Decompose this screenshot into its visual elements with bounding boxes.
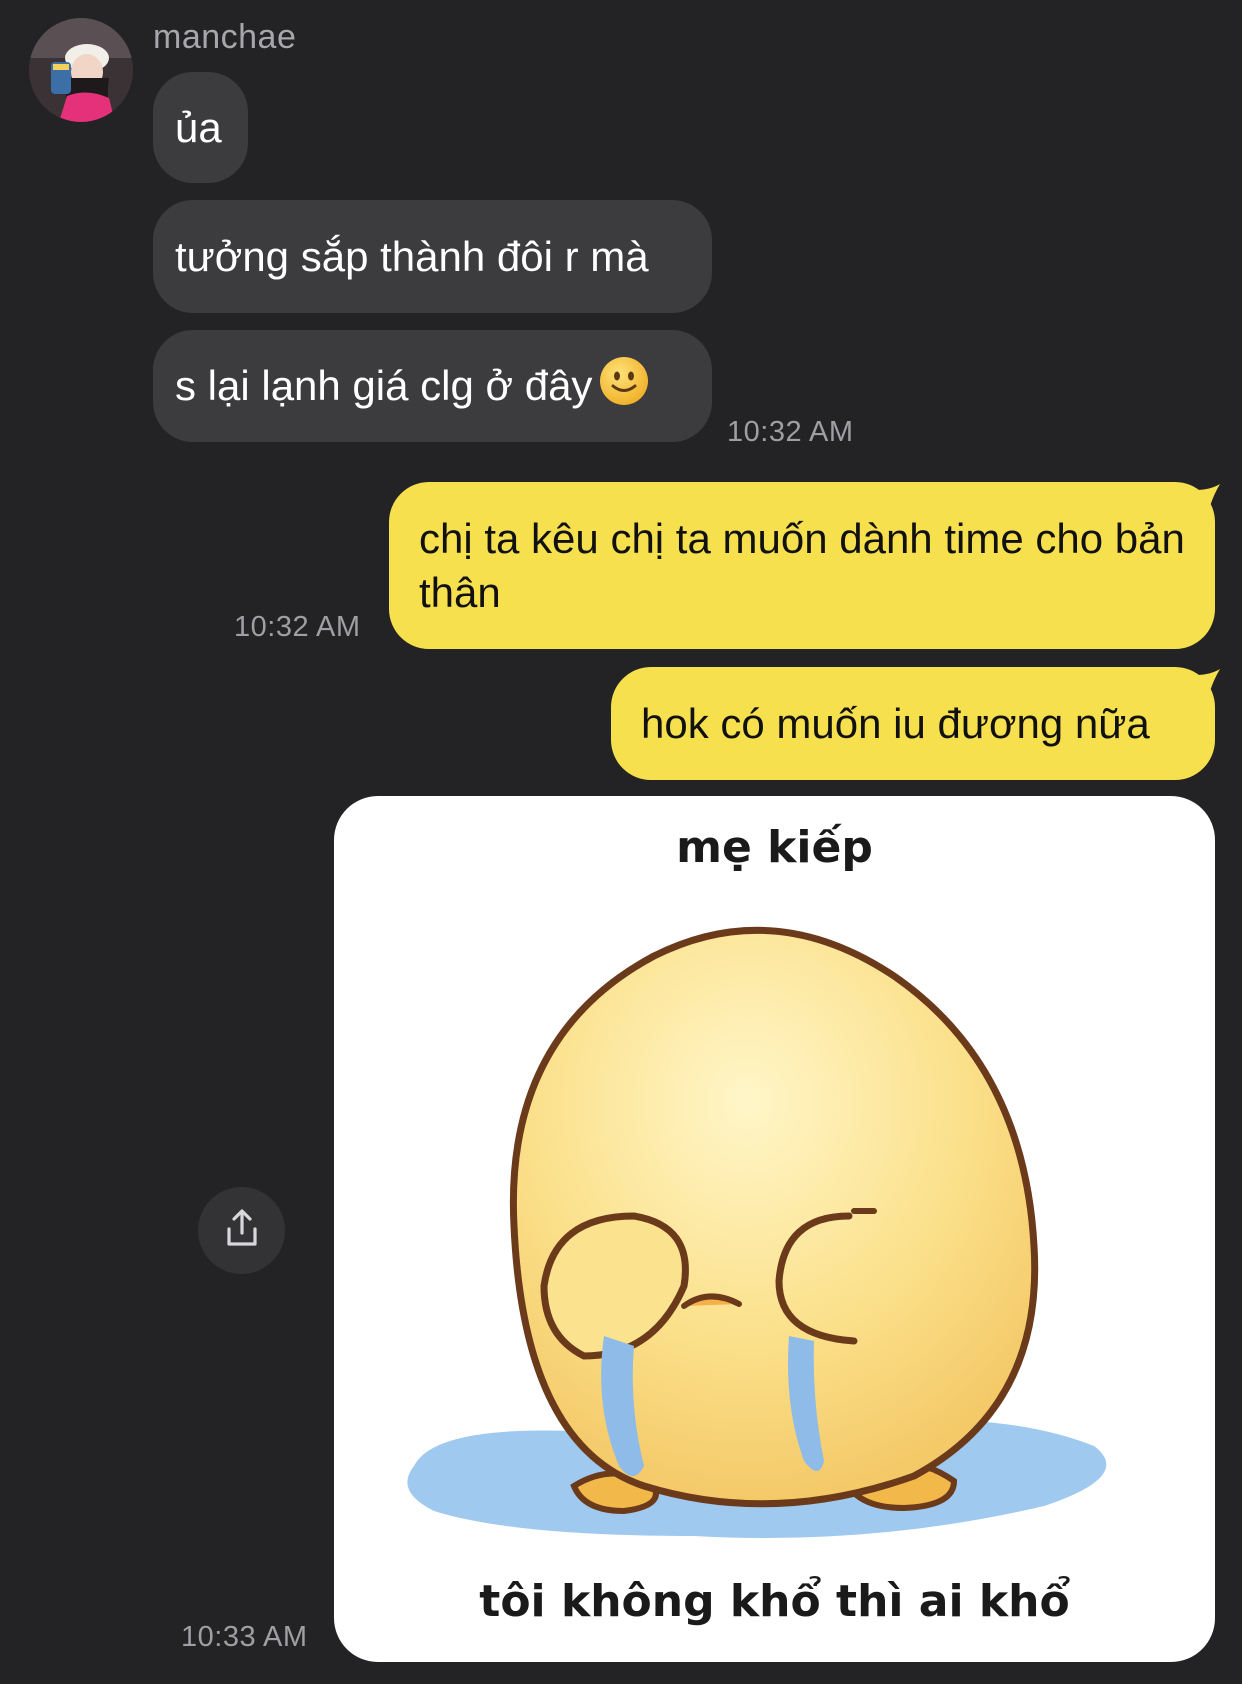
sticker-caption-bottom: tôi không khổ thì ai khổ: [479, 1576, 1070, 1627]
incoming-message[interactable]: ủa: [153, 72, 248, 183]
outgoing-message[interactable]: chị ta kêu chị ta muốn dành time cho bản…: [389, 482, 1215, 649]
message-timestamp: 10:32 AM: [727, 416, 854, 448]
contact-avatar[interactable]: [29, 18, 133, 122]
share-button[interactable]: [198, 1187, 285, 1274]
crying-chick-illustration: [407, 926, 1107, 1538]
message-timestamp: 10:32 AM: [234, 611, 361, 643]
sticker-caption-top: mẹ kiếp: [676, 822, 873, 873]
incoming-message[interactable]: tưởng sắp thành đôi r mà: [153, 200, 712, 313]
message-text: ủa: [175, 103, 222, 151]
message-text: tưởng sắp thành đôi r mà: [175, 232, 649, 280]
sender-name: manchae: [153, 18, 297, 56]
bubble-tail: [1196, 669, 1222, 691]
bubble-tail: [1196, 484, 1222, 506]
message-timestamp: 10:33 AM: [181, 1621, 308, 1653]
message-text: hok có muốn iu đương nữa: [641, 699, 1150, 747]
share-icon: [220, 1206, 264, 1255]
message-text: chị ta kêu chị ta muốn dành time cho bản…: [419, 515, 1185, 616]
sticker-message[interactable]: mẹ kiếp tôi không khổ thì ai khổ: [334, 796, 1215, 1662]
slightly-smiling-face-icon: [598, 355, 650, 417]
incoming-message[interactable]: s lại lạnh giá clg ở đây: [153, 330, 712, 442]
outgoing-message[interactable]: hok có muốn iu đương nữa: [611, 667, 1215, 780]
message-text: s lại lạnh giá clg ở đây: [175, 362, 593, 409]
